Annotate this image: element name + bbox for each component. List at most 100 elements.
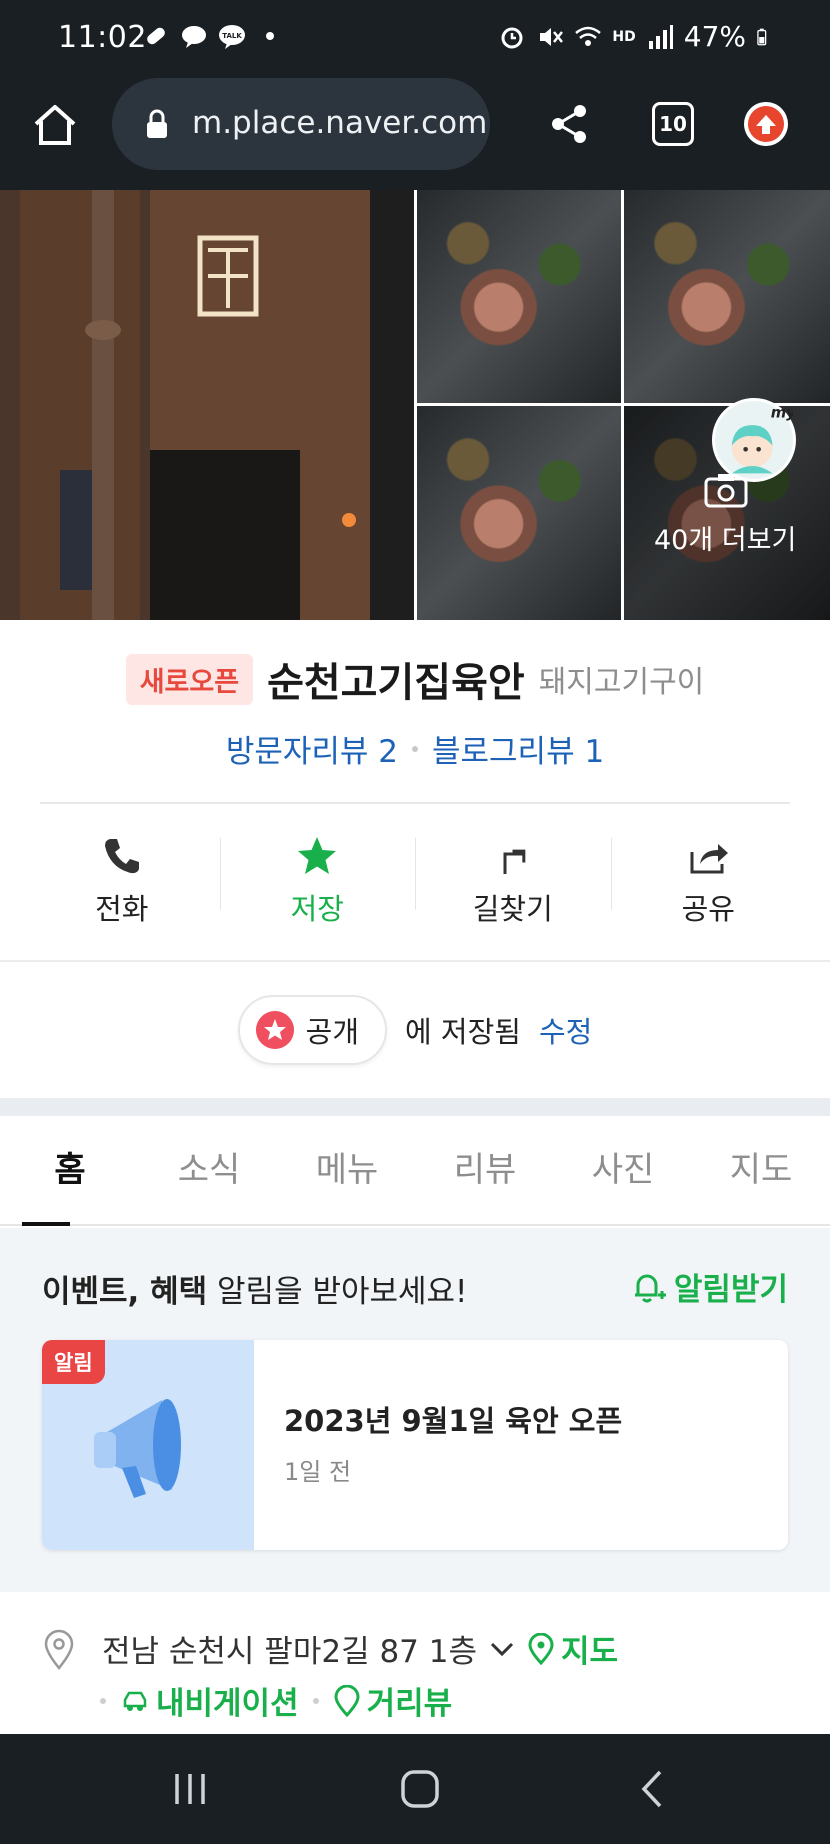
mute-icon bbox=[540, 27, 564, 46]
notice-section: 이벤트, 혜택 알림을 받아보세요! 알림받기 알림 2023년 9월1일 육안… bbox=[0, 1228, 830, 1592]
blog-review-link[interactable]: 블로그리뷰 1 bbox=[432, 726, 604, 771]
food-photo-3[interactable] bbox=[417, 406, 621, 620]
separator-dot bbox=[100, 1697, 106, 1704]
food-photo-2[interactable] bbox=[624, 190, 830, 403]
separator-dot bbox=[412, 745, 418, 752]
car-icon bbox=[123, 1691, 147, 1711]
directions-icon bbox=[503, 849, 526, 874]
map-link-label: 지도 bbox=[561, 1634, 619, 1670]
star-icon bbox=[298, 837, 337, 874]
update-button[interactable] bbox=[744, 102, 788, 146]
directions-button[interactable]: 길찾기 bbox=[415, 818, 611, 942]
system-nav-bar bbox=[0, 1734, 830, 1844]
recent-apps-icon[interactable] bbox=[165, 1764, 215, 1814]
notice-heading-bold: 이벤트, 혜택 bbox=[42, 1274, 208, 1310]
lock-icon bbox=[147, 109, 167, 138]
browser-toolbar: m.place.naver.com 10 bbox=[0, 76, 830, 190]
naver-place-page: 11:02 TALK HD 47% m.place.naver.com 10 4… bbox=[0, 0, 830, 1844]
map-pin-icon bbox=[528, 1632, 554, 1665]
call-button[interactable]: 전화 bbox=[24, 818, 220, 942]
saved-status-row: 공개 에 저장됨 수정 bbox=[0, 994, 830, 1066]
home-icon[interactable] bbox=[30, 100, 80, 150]
photo-gallery: 40개 더보기 my bbox=[0, 190, 830, 620]
home-nav-icon[interactable] bbox=[395, 1764, 445, 1814]
notice-card[interactable]: 알림 2023년 9월1일 육안 오픈 1일 전 bbox=[42, 1340, 788, 1550]
avatar-label: my bbox=[771, 404, 793, 422]
saved-text: 에 저장됨 bbox=[405, 1015, 521, 1049]
streetview-link[interactable]: 거리뷰 bbox=[333, 1678, 453, 1723]
address-line: 전남 순천시 팔마2길 87 1층 지도 bbox=[102, 1626, 618, 1671]
place-tabs: 홈 소식 메뉴 리뷰 사진 지도 bbox=[0, 1116, 830, 1226]
public-list-label: 공개 bbox=[305, 1015, 360, 1049]
status-bar: 11:02 TALK HD 47% bbox=[0, 0, 830, 76]
battery-icon bbox=[757, 28, 767, 45]
alarm-icon bbox=[501, 27, 523, 48]
streetview-label: 거리뷰 bbox=[366, 1686, 453, 1722]
streetview-pin-icon bbox=[334, 1684, 360, 1717]
notice-time: 1일 전 bbox=[284, 1458, 352, 1486]
place-title-line: 새로오픈 순천고기집육안 돼지고기구이 bbox=[0, 650, 830, 708]
divider bbox=[0, 960, 830, 962]
notice-heading: 이벤트, 혜택 알림을 받아보세요! bbox=[42, 1266, 467, 1311]
tab-home[interactable]: 홈 bbox=[0, 1116, 140, 1226]
save-label: 저장 bbox=[290, 892, 344, 926]
action-buttons: 전화 저장 길찾기 공유 bbox=[24, 818, 806, 942]
edit-link[interactable]: 수정 bbox=[539, 1009, 592, 1051]
subscribe-alarm-button[interactable]: 알림받기 bbox=[630, 1264, 788, 1309]
back-icon[interactable] bbox=[628, 1764, 678, 1814]
public-list-pill[interactable]: 공개 bbox=[237, 995, 388, 1065]
signal-icon bbox=[648, 24, 673, 49]
my-avatar[interactable]: my bbox=[712, 398, 797, 482]
browser-share-icon[interactable] bbox=[548, 102, 590, 146]
share-button[interactable]: 공유 bbox=[610, 818, 807, 942]
location-pin-icon bbox=[44, 1629, 74, 1670]
hd-voice-label: HD bbox=[612, 28, 636, 45]
wifi-icon bbox=[575, 26, 602, 46]
tab-photo[interactable]: 사진 bbox=[554, 1116, 692, 1224]
call-label: 전화 bbox=[95, 892, 149, 926]
phone-icon bbox=[104, 839, 139, 874]
battery-percent: 47% bbox=[683, 20, 746, 53]
notice-card-image: 알림 bbox=[42, 1340, 254, 1550]
navigation-link[interactable]: 내비게이션 bbox=[120, 1678, 299, 1723]
url-text: m.place.naver.com bbox=[192, 105, 488, 141]
place-name: 순천고기집육안 bbox=[267, 660, 525, 706]
address-bar[interactable]: m.place.naver.com bbox=[112, 78, 490, 170]
svg-text:TALK: TALK bbox=[222, 32, 242, 40]
save-button[interactable]: 저장 bbox=[219, 818, 416, 942]
dot-icon bbox=[266, 32, 274, 40]
food-photo-1[interactable] bbox=[417, 190, 621, 403]
notice-title: 2023년 9월1일 육안 오픈 bbox=[284, 1404, 623, 1438]
tab-news[interactable]: 소식 bbox=[140, 1116, 278, 1224]
navigation-label: 내비게이션 bbox=[156, 1686, 299, 1722]
tab-switcher-button[interactable]: 10 bbox=[652, 102, 694, 146]
more-photos-label: 40개 더보기 bbox=[654, 525, 797, 556]
tab-review[interactable]: 리뷰 bbox=[416, 1116, 554, 1224]
tab-map[interactable]: 지도 bbox=[692, 1116, 830, 1224]
address-text[interactable]: 전남 순천시 팔마2길 87 1층 bbox=[102, 1626, 477, 1671]
tab-menu[interactable]: 메뉴 bbox=[278, 1116, 416, 1224]
new-open-badge: 새로오픈 bbox=[125, 653, 254, 705]
address-links: 내비게이션 거리뷰 bbox=[100, 1678, 452, 1723]
directions-label: 길찾기 bbox=[472, 892, 553, 926]
avatar-face-icon: my bbox=[731, 404, 797, 474]
share-icon bbox=[690, 844, 729, 874]
separator-dot bbox=[312, 1697, 319, 1704]
address-section: 전남 순천시 팔마2길 87 1층 지도 내비게이션 거리뷰 bbox=[0, 1592, 830, 1734]
place-category: 돼지고기구이 bbox=[538, 665, 705, 700]
notice-heading-rest: 알림을 받아보세요! bbox=[207, 1274, 468, 1310]
visitor-review-link[interactable]: 방문자리뷰 2 bbox=[226, 726, 398, 771]
notice-badge: 알림 bbox=[42, 1340, 105, 1384]
red-star-icon bbox=[255, 1011, 294, 1049]
subscribe-alarm-label: 알림받기 bbox=[673, 1272, 788, 1308]
place-header: 새로오픈 순천고기집육안 돼지고기구이 방문자리뷰 2 블로그리뷰 1 bbox=[0, 650, 830, 771]
storefront-illustration bbox=[0, 190, 414, 620]
map-link[interactable]: 지도 bbox=[527, 1626, 618, 1671]
status-time: 11:02 bbox=[58, 20, 147, 55]
storefront-photo[interactable] bbox=[0, 190, 414, 620]
share-label: 공유 bbox=[681, 892, 735, 926]
status-left-icons: TALK bbox=[142, 22, 284, 50]
chevron-down-icon[interactable] bbox=[487, 1634, 517, 1664]
review-links: 방문자리뷰 2 블로그리뷰 1 bbox=[0, 726, 830, 771]
pill-notification-icon bbox=[147, 27, 165, 45]
